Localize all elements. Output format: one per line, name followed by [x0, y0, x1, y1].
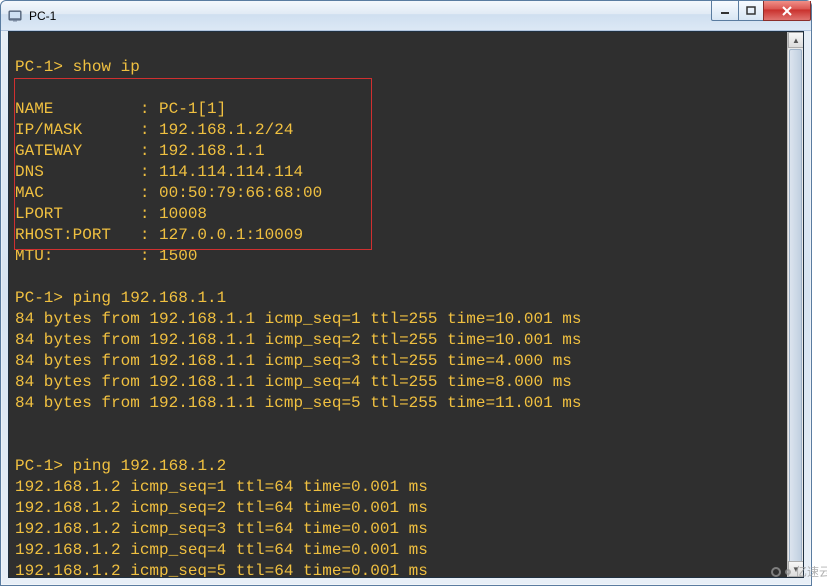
- minimize-icon: [720, 6, 730, 16]
- close-icon: [781, 5, 793, 17]
- watermark-text: 亿速云: [795, 563, 827, 580]
- scroll-up-button[interactable]: ▲: [788, 32, 804, 48]
- window-controls: [712, 1, 811, 21]
- ping-output: 192.168.1.2 icmp_seq=1 ttl=64 time=0.001…: [15, 477, 781, 578]
- titlebar[interactable]: PC-1: [1, 1, 811, 31]
- command-text: ping 192.168.1.2: [73, 457, 227, 475]
- close-button[interactable]: [763, 1, 811, 21]
- maximize-icon: [746, 6, 756, 16]
- watermark-bubble-icon: [771, 567, 781, 577]
- window-title: PC-1: [29, 9, 56, 23]
- prompt: PC-1>: [15, 58, 63, 76]
- watermark-bubble-icon: [785, 569, 791, 575]
- command-text: ping 192.168.1.1: [73, 289, 227, 307]
- prompt: PC-1>: [15, 457, 63, 475]
- scrollbar[interactable]: ▲ ▼: [787, 32, 803, 577]
- prompt: PC-1>: [15, 289, 63, 307]
- minimize-button[interactable]: [711, 1, 739, 21]
- command-text: show ip: [73, 58, 140, 76]
- app-icon: [7, 8, 23, 24]
- terminal[interactable]: PC-1> show ip NAME : PC-1[1] IP/MASK : 1…: [9, 32, 787, 577]
- watermark: 亿速云: [771, 563, 827, 580]
- ip-info-block: NAME : PC-1[1] IP/MASK : 192.168.1.2/24 …: [15, 99, 781, 267]
- terminal-container: PC-1> show ip NAME : PC-1[1] IP/MASK : 1…: [8, 31, 804, 578]
- scrollbar-thumb[interactable]: [789, 49, 802, 569]
- app-window: PC-1 PC-1> show ip NAME : PC-1[1] IP/MAS…: [0, 0, 812, 586]
- maximize-button[interactable]: [738, 1, 764, 21]
- ping-output: 84 bytes from 192.168.1.1 icmp_seq=1 ttl…: [15, 309, 781, 414]
